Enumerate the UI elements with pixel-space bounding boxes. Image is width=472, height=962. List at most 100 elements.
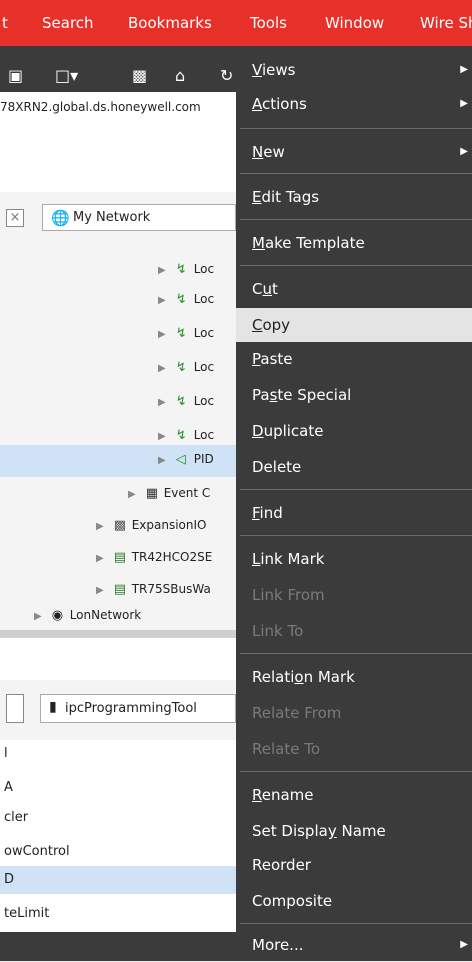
tree-row-label: Loc	[193, 292, 215, 306]
tree-row[interactable]: ▶ ◉ LonNetwork	[34, 608, 141, 630]
menubar-item-tools[interactable]: Tools	[250, 14, 287, 32]
menu-separator	[240, 128, 472, 129]
menu-item-new[interactable]: New ▶	[236, 135, 472, 169]
menu-separator	[240, 653, 472, 654]
mnemonic: M	[252, 234, 265, 252]
close-icon[interactable]: ×	[6, 209, 24, 227]
window-dropdown-icon[interactable]: □▾	[55, 66, 78, 85]
palette-list: l A cler owControl D teLimit	[0, 740, 236, 932]
submenu-arrow-icon: ▶	[460, 939, 468, 950]
menu-item-label: n Mark	[303, 668, 355, 686]
mnemonic: A	[252, 95, 262, 113]
tree-row[interactable]: ▶ ▤ TR42HCO2SE	[96, 550, 212, 572]
menu-item-label: ctions	[262, 95, 307, 113]
expand-icon[interactable]: ▶	[96, 585, 104, 596]
tree-row[interactable]: ▶ ▦ Event C	[128, 486, 210, 508]
menu-item-duplicate[interactable]: Duplicate	[236, 414, 472, 448]
menu-item-more[interactable]: More... ▶	[236, 928, 472, 962]
expand-icon[interactable]: ▶	[158, 295, 166, 306]
menu-item-copy[interactable]: Copy	[236, 308, 472, 342]
pid-icon: ◁	[175, 452, 186, 467]
tree-row[interactable]: ▶ ▩ ExpansionIO	[96, 518, 206, 540]
palette-open-icon[interactable]	[6, 694, 24, 723]
menu-item-label: Relati	[252, 668, 295, 686]
network-selector[interactable]: 🌐 My Network	[42, 204, 236, 231]
tree-row[interactable]: ▶ ↯ Loc	[158, 394, 214, 416]
menu-item-label: Name	[336, 822, 386, 840]
mnemonic: R	[252, 786, 262, 804]
menu-item-set-display-name[interactable]: Set Display Name	[236, 814, 472, 848]
tree-row[interactable]: ▶ ↯ Loc	[158, 292, 214, 314]
menu-item-link-mark[interactable]: Link Mark	[236, 542, 472, 576]
save-icon[interactable]: ▣	[8, 66, 23, 85]
menu-item-paste[interactable]: Paste	[236, 342, 472, 376]
pane-splitter[interactable]	[0, 630, 236, 638]
menu-item-views[interactable]: Views ▶	[236, 53, 472, 87]
refresh-icon[interactable]: ↻	[220, 66, 233, 85]
tree-row[interactable]: ▶ ↯ Loc	[158, 360, 214, 382]
list-item-selected[interactable]: D	[0, 866, 236, 894]
menubar-item-wiresheet[interactable]: Wire Sh	[420, 14, 472, 32]
expand-icon[interactable]: ▶	[96, 553, 104, 564]
expand-icon[interactable]: ▶	[34, 611, 42, 622]
menu-item-actions[interactable]: Actions ▶	[236, 87, 472, 121]
link-icon: ↯	[175, 292, 187, 307]
menu-item-edit-tags[interactable]: Edit Tags	[236, 180, 472, 214]
menu-item-label: ake Template	[264, 234, 365, 252]
menu-item-label: More...	[252, 936, 304, 954]
menu-item-relation-mark[interactable]: Relation Mark	[236, 660, 472, 694]
tree-row[interactable]: ▶ ◁ PID	[158, 452, 214, 474]
menu-item-label: t	[272, 280, 278, 298]
menubar-item-window[interactable]: Window	[325, 14, 384, 32]
folder-icon: ▩	[113, 518, 126, 533]
menu-item-delete[interactable]: Delete	[236, 450, 472, 484]
menu-item-make-template[interactable]: Make Template	[236, 226, 472, 260]
tree-row-label: Event C	[163, 486, 211, 500]
list-item[interactable]: owControl	[0, 838, 236, 866]
menu-separator	[240, 489, 472, 490]
expand-icon[interactable]: ▶	[128, 489, 136, 500]
menu-item-relate-to: Relate To	[252, 740, 321, 758]
expand-icon[interactable]: ▶	[96, 521, 104, 532]
menu-item-paste-special[interactable]: Paste Special	[236, 378, 472, 412]
menu-separator	[240, 923, 472, 924]
status-bar	[0, 932, 236, 961]
folder-icon[interactable]: ▩	[132, 66, 147, 85]
menu-item-reorder[interactable]: Reorder	[236, 848, 472, 882]
expand-icon[interactable]: ▶	[158, 397, 166, 408]
tree-row-label: ExpansionIO	[131, 518, 207, 532]
menu-item-label: Pa	[252, 386, 270, 404]
tree-row[interactable]: ▶ ↯ Loc	[158, 262, 214, 284]
calendar-icon: ▦	[145, 486, 158, 501]
menu-item-rename[interactable]: Rename	[236, 778, 472, 812]
expand-icon[interactable]: ▶	[158, 265, 166, 276]
device-icon: ▤	[113, 582, 126, 597]
menubar-item-cut-off[interactable]: t	[2, 14, 8, 32]
expand-icon[interactable]: ▶	[158, 431, 166, 442]
list-item[interactable]: l	[0, 740, 236, 768]
tree-row-label: TR75SBusWa	[131, 582, 211, 596]
mnemonic: y	[327, 822, 337, 840]
expand-icon[interactable]: ▶	[158, 455, 166, 466]
expand-icon[interactable]: ▶	[158, 363, 166, 374]
palette-selector[interactable]: ▮ ipcProgrammingTool	[40, 694, 236, 723]
list-item[interactable]: teLimit	[0, 900, 236, 928]
menu-item-cut[interactable]: Cut	[236, 272, 472, 306]
tool-icon: ▮	[49, 699, 57, 715]
list-item[interactable]: cler	[0, 804, 236, 832]
tree-row[interactable]: ▶ ↯ Loc	[158, 326, 214, 348]
menu-item-label: aste	[260, 350, 293, 368]
menu-separator	[240, 173, 472, 174]
menu-item-composite[interactable]: Composite	[236, 884, 472, 918]
expand-icon[interactable]: ▶	[158, 329, 166, 340]
menubar-item-search[interactable]: Search	[42, 14, 94, 32]
home-icon[interactable]: ⌂	[175, 66, 185, 85]
menubar-item-bookmarks[interactable]: Bookmarks	[128, 14, 212, 32]
menu-item-label: te Special	[277, 386, 352, 404]
tree-row[interactable]: ▶ ▤ TR75SBusWa	[96, 582, 211, 604]
menu-separator	[240, 265, 472, 266]
menu-item-label: ind	[259, 504, 283, 522]
address-bar[interactable]: 78XRN2.global.ds.honeywell.com	[0, 92, 236, 123]
menu-item-find[interactable]: Find	[236, 496, 472, 530]
list-item[interactable]: A	[0, 774, 236, 802]
